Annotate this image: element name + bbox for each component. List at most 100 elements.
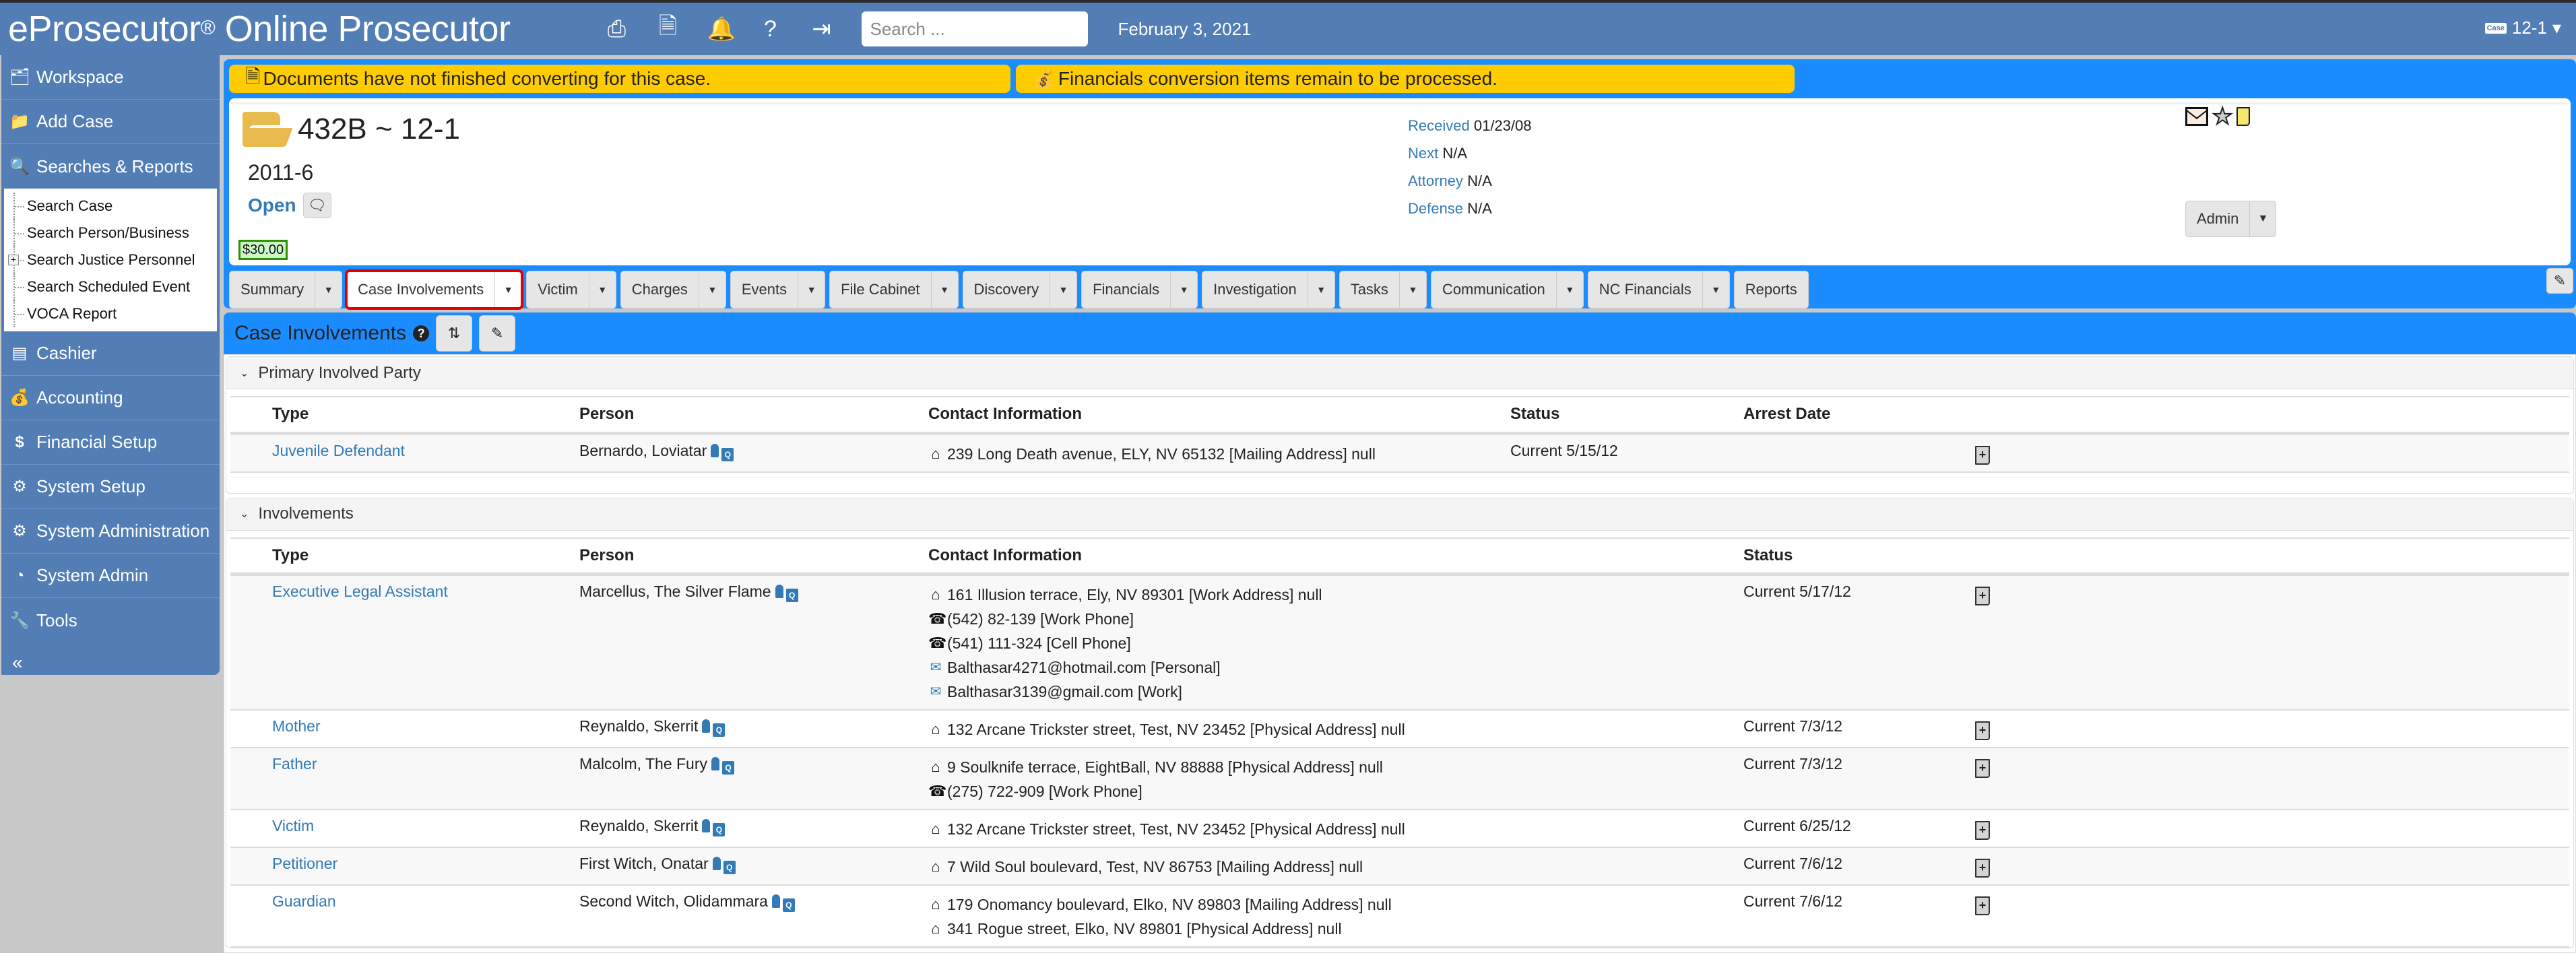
involvement-type-link[interactable]: Mother xyxy=(272,717,321,735)
submenu-search-case[interactable]: Search Case xyxy=(13,193,217,220)
collapse-sidebar-button[interactable]: « xyxy=(1,643,220,683)
tab-label[interactable]: File Cabinet xyxy=(830,271,930,308)
admin-button[interactable]: Admin xyxy=(2186,201,2251,236)
tab-label[interactable]: Reports xyxy=(1735,271,1808,308)
person-icon[interactable] xyxy=(702,819,711,832)
caret-down-icon[interactable]: ▼ xyxy=(1398,271,1426,308)
meta-label[interactable]: Defense xyxy=(1408,200,1463,217)
person-search-icon[interactable]: Q xyxy=(785,589,798,602)
add-note-icon[interactable]: + xyxy=(1975,896,1990,915)
caret-down-icon[interactable]: ▼ xyxy=(1050,271,1076,308)
tab-discovery[interactable]: Discovery ▼ xyxy=(962,271,1078,308)
tab-label[interactable]: Tasks xyxy=(1340,271,1399,308)
caret-down-icon[interactable]: ▼ xyxy=(315,271,342,308)
tab-label[interactable]: NC Financials xyxy=(1588,271,1702,308)
sidebar-item-system-setup[interactable]: ⚙ System Setup xyxy=(1,465,220,509)
logout-icon[interactable]: ⇥ xyxy=(809,15,833,42)
person-icon[interactable] xyxy=(711,757,720,770)
sidebar-item-financial-setup[interactable]: $ Financial Setup xyxy=(1,420,220,465)
balance-badge[interactable]: $30.00 xyxy=(238,240,288,260)
tab-reports[interactable]: Reports xyxy=(1733,271,1809,308)
involvement-type-link[interactable]: Father xyxy=(272,755,317,773)
tab-label[interactable]: Case Involvements xyxy=(347,271,494,308)
tab-file-cabinet[interactable]: File Cabinet ▼ xyxy=(829,271,959,308)
involvements-toggle[interactable]: ⌄ Involvements xyxy=(226,498,2573,531)
involvement-type-link[interactable]: Victim xyxy=(272,817,314,834)
sidebar-item-add-case[interactable]: 📁 Add Case xyxy=(1,100,220,144)
caret-down-icon[interactable]: ▼ xyxy=(588,271,616,308)
star-icon[interactable]: ★ xyxy=(2212,104,2234,129)
case-picker[interactable]: Case 12-1 ▾ xyxy=(2484,18,2561,38)
person-search-icon[interactable]: Q xyxy=(723,861,736,874)
sidebar-item-tools[interactable]: 🔧 Tools xyxy=(1,598,220,643)
tab-label[interactable]: Financials xyxy=(1082,271,1170,308)
add-note-icon[interactable]: + xyxy=(1975,445,1990,465)
tab-case-involvements[interactable]: Case Involvements ▼ xyxy=(345,269,524,310)
edit-involvements-button[interactable]: ✎ xyxy=(479,315,516,352)
tab-label[interactable]: Investigation xyxy=(1202,271,1308,308)
tab-label[interactable]: Victim xyxy=(527,271,589,308)
document-icon[interactable]: 🗎 xyxy=(655,10,680,48)
person-icon[interactable] xyxy=(771,894,780,908)
caret-down-icon[interactable]: ▼ xyxy=(1702,271,1729,308)
involvement-type-link[interactable]: Guardian xyxy=(272,892,336,910)
person-icon[interactable] xyxy=(711,443,719,457)
help-icon[interactable]: ? xyxy=(758,16,782,42)
involvement-type-link[interactable]: Petitioner xyxy=(272,855,337,872)
sidebar-item-cashier[interactable]: ▤ Cashier xyxy=(1,331,220,376)
edit-case-button[interactable]: ✎ xyxy=(2546,268,2573,294)
add-note-icon[interactable]: + xyxy=(1975,859,1990,878)
meta-label[interactable]: Next xyxy=(1408,145,1438,162)
tab-investigation[interactable]: Investigation ▼ xyxy=(1202,271,1335,308)
tab-label[interactable]: Summary xyxy=(230,271,315,308)
sticky-note-icon[interactable] xyxy=(2236,107,2251,126)
caret-down-icon[interactable]: ▼ xyxy=(698,271,726,308)
expand-plus-icon[interactable]: + xyxy=(8,255,19,265)
involvement-type-link[interactable]: Juvenile Defendant xyxy=(272,442,405,459)
tab-label[interactable]: Events xyxy=(731,271,798,308)
submenu-voca-report[interactable]: VOCA Report xyxy=(13,300,217,327)
sidebar-item-searches-reports[interactable]: 🔍 Searches & Reports xyxy=(1,144,220,189)
tab-summary[interactable]: Summary ▼ xyxy=(229,271,343,308)
sidebar-item-system-administration[interactable]: ⚙ System Administration xyxy=(1,509,220,554)
person-search-icon[interactable]: Q xyxy=(713,723,726,737)
caret-down-icon[interactable]: ▼ xyxy=(930,271,958,308)
caret-down-icon[interactable]: ▼ xyxy=(494,271,521,308)
tab-events[interactable]: Events ▼ xyxy=(730,271,826,308)
caret-down-icon[interactable]: ▼ xyxy=(1170,271,1197,308)
tab-communication[interactable]: Communication ▼ xyxy=(1430,271,1584,308)
tab-label[interactable]: Charges xyxy=(621,271,699,308)
involvement-type-link[interactable]: Executive Legal Assistant xyxy=(272,583,448,600)
person-icon[interactable] xyxy=(712,857,721,870)
sidebar-item-workspace[interactable]: 🗂 Workspace xyxy=(1,55,220,100)
tab-charges[interactable]: Charges ▼ xyxy=(620,271,726,308)
tab-financials[interactable]: Financials ▼ xyxy=(1081,271,1198,308)
add-note-icon[interactable]: + xyxy=(1975,821,1990,840)
bell-icon[interactable]: 🔔 xyxy=(707,15,735,42)
add-note-icon[interactable]: + xyxy=(1975,587,1990,605)
add-note-icon[interactable]: + xyxy=(1975,721,1990,740)
person-search-icon[interactable]: Q xyxy=(782,898,795,912)
case-status-link[interactable]: Open xyxy=(248,195,296,216)
tab-nc-financials[interactable]: NC Financials ▼ xyxy=(1587,271,1730,308)
tab-label[interactable]: Communication xyxy=(1431,271,1556,308)
submenu-search-justice-personnel[interactable]: + Search Justice Personnel xyxy=(8,247,217,273)
tab-label[interactable]: Discovery xyxy=(963,271,1050,308)
add-note-icon[interactable]: + xyxy=(1975,759,1990,778)
meta-label[interactable]: Received xyxy=(1408,117,1470,134)
person-icon[interactable] xyxy=(775,585,783,598)
submenu-search-scheduled-event[interactable]: Search Scheduled Event xyxy=(13,273,217,300)
sidebar-item-system-admin[interactable]: ◔ System Admin xyxy=(1,554,220,598)
submenu-search-person-business[interactable]: Search Person/Business xyxy=(13,220,217,247)
person-search-icon[interactable]: Q xyxy=(722,761,735,775)
global-search-input[interactable] xyxy=(862,11,1089,46)
person-icon[interactable] xyxy=(702,719,711,733)
person-search-icon[interactable]: Q xyxy=(713,823,726,836)
caret-down-icon[interactable]: ▼ xyxy=(1307,271,1334,308)
caret-down-icon[interactable]: ▼ xyxy=(798,271,825,308)
tab-victim[interactable]: Victim ▼ xyxy=(526,271,616,308)
print-icon[interactable]: ⎙ xyxy=(604,16,629,42)
caret-down-icon[interactable]: ▼ xyxy=(1555,271,1583,308)
person-search-icon[interactable]: Q xyxy=(721,447,734,461)
swap-button[interactable]: ⇅ xyxy=(436,315,473,352)
